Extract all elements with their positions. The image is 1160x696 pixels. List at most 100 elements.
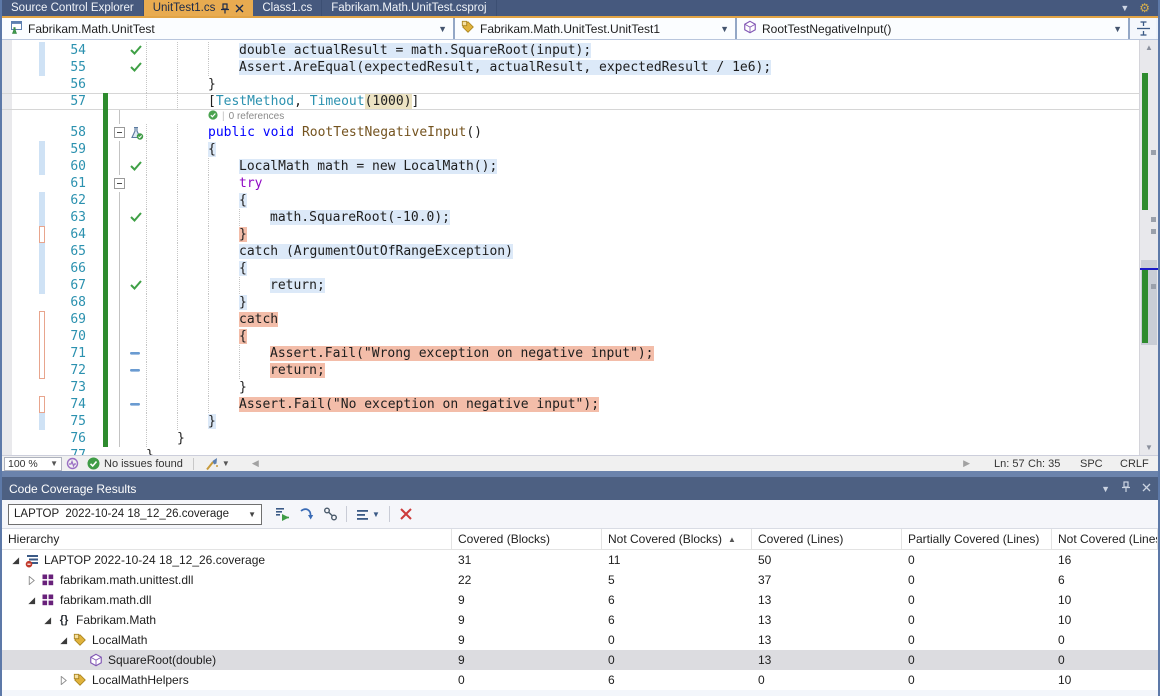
code-text[interactable]: { bbox=[146, 141, 1139, 158]
not-covered-dash-icon[interactable] bbox=[128, 345, 146, 362]
glyph-margin[interactable] bbox=[128, 430, 146, 447]
covered-check-icon[interactable] bbox=[128, 158, 146, 175]
glyph-margin[interactable] bbox=[128, 447, 146, 455]
tab-class1[interactable]: Class1.cs bbox=[253, 0, 322, 16]
glyph-margin[interactable] bbox=[128, 294, 146, 311]
document-health-icon[interactable] bbox=[66, 457, 79, 470]
code-cleanup-button[interactable]: ▼ bbox=[204, 457, 230, 471]
window-position-chevron-icon[interactable]: ▼ bbox=[1101, 484, 1110, 494]
expand-arrow[interactable] bbox=[42, 616, 52, 625]
tab-csproj[interactable]: Fabrikam.Math.UnitTest.csproj bbox=[322, 0, 496, 16]
expand-arrow[interactable] bbox=[26, 576, 36, 585]
hscroll-right-arrow[interactable]: ▶ bbox=[963, 458, 970, 469]
code-text[interactable]: public void RootTestNegativeInput() bbox=[146, 124, 1139, 141]
remove-result-icon[interactable] bbox=[394, 503, 418, 525]
code-text[interactable]: } bbox=[146, 294, 1139, 311]
covered-check-icon[interactable] bbox=[128, 277, 146, 294]
tab-source-control-explorer[interactable]: Source Control Explorer bbox=[2, 0, 144, 16]
coverage-table-row[interactable]: LAPTOP 2022-10-24 18_12_26.coverage31115… bbox=[2, 550, 1158, 570]
code-line[interactable]: 77} bbox=[2, 447, 1139, 455]
coverage-table-row[interactable]: {}Fabrikam.Math9613010 bbox=[2, 610, 1158, 630]
codelens-row[interactable]: |0 references bbox=[2, 110, 1139, 124]
member-dropdown[interactable]: RootTestNegativeInput() ▼ bbox=[737, 18, 1130, 39]
split-editor-button[interactable] bbox=[1130, 18, 1156, 39]
coverage-table-row[interactable]: SquareRoot(double)901300 bbox=[2, 650, 1158, 670]
coverage-table-row[interactable]: LocalMath901300 bbox=[2, 630, 1158, 650]
code-text[interactable]: } bbox=[146, 76, 1139, 93]
code-text[interactable]: catch (ArgumentOutOfRangeException) bbox=[146, 243, 1139, 260]
code-text[interactable]: { bbox=[146, 260, 1139, 277]
code-line[interactable]: 57[TestMethod, Timeout(1000)] bbox=[2, 93, 1139, 110]
code-text[interactable]: [TestMethod, Timeout(1000)] bbox=[146, 93, 1139, 110]
gear-icon[interactable]: ⚙ bbox=[1139, 2, 1150, 14]
glyph-margin[interactable] bbox=[128, 141, 146, 158]
zoom-dropdown[interactable]: 100 % ▼ bbox=[4, 457, 62, 471]
code-line[interactable]: 60LocalMath math = new LocalMath(); bbox=[2, 158, 1139, 175]
code-line[interactable]: 62{ bbox=[2, 192, 1139, 209]
code-line[interactable]: 66{ bbox=[2, 260, 1139, 277]
code-line[interactable]: 54double actualResult = math.SquareRoot(… bbox=[2, 42, 1139, 59]
covered-check-icon[interactable] bbox=[128, 42, 146, 59]
glyph-margin[interactable] bbox=[128, 243, 146, 260]
test-marker-icon[interactable] bbox=[128, 124, 146, 141]
glyph-margin[interactable] bbox=[128, 328, 146, 345]
code-line[interactable]: 73} bbox=[2, 379, 1139, 396]
code-text[interactable]: LocalMath math = new LocalMath(); bbox=[146, 158, 1139, 175]
glyph-margin[interactable] bbox=[128, 413, 146, 430]
vertical-scrollbar[interactable]: ▲ ▼ bbox=[1139, 40, 1158, 455]
code-line[interactable]: 76} bbox=[2, 430, 1139, 447]
code-line[interactable]: 63math.SquareRoot(-10.0); bbox=[2, 209, 1139, 226]
code-text[interactable]: } bbox=[146, 226, 1139, 243]
code-line[interactable]: 67return; bbox=[2, 277, 1139, 294]
collapse-box[interactable] bbox=[112, 175, 128, 192]
class-dropdown[interactable]: Fabrikam.Math.UnitTest.UnitTest1 ▼ bbox=[455, 18, 737, 39]
import-results-icon[interactable] bbox=[270, 503, 294, 525]
eol-indicator[interactable]: CRLF bbox=[1120, 458, 1158, 470]
column-header[interactable]: Covered (Lines) bbox=[752, 529, 902, 549]
horizontal-scrollbar[interactable] bbox=[259, 456, 963, 471]
glyph-margin[interactable] bbox=[128, 226, 146, 243]
code-text[interactable]: } bbox=[146, 430, 1139, 447]
code-area[interactable]: 54double actualResult = math.SquareRoot(… bbox=[2, 40, 1139, 455]
code-line[interactable]: 74Assert.Fail("No exception on negative … bbox=[2, 396, 1139, 413]
code-line[interactable]: 58public void RootTestNegativeInput() bbox=[2, 124, 1139, 141]
close-icon[interactable] bbox=[235, 4, 244, 13]
code-text[interactable]: catch bbox=[146, 311, 1139, 328]
coverage-table-row[interactable]: fabrikam.math.unittest.dll2253706 bbox=[2, 570, 1158, 590]
glyph-margin[interactable] bbox=[128, 76, 146, 93]
codelens-references[interactable]: 0 references bbox=[229, 110, 285, 124]
coverage-table-row[interactable]: fabrikam.math.dll9613010 bbox=[2, 590, 1158, 610]
close-icon[interactable] bbox=[1142, 483, 1151, 495]
glyph-margin[interactable] bbox=[128, 192, 146, 209]
code-text[interactable]: double actualResult = math.SquareRoot(in… bbox=[146, 42, 1139, 59]
project-dropdown[interactable]: Fabrikam.Math.UnitTest ▼ bbox=[2, 18, 455, 39]
coverage-panel-title-bar[interactable]: Code Coverage Results ▼ bbox=[2, 477, 1158, 500]
issues-status[interactable]: No issues found bbox=[87, 457, 183, 470]
expand-arrow[interactable] bbox=[26, 596, 36, 605]
code-line[interactable]: 75} bbox=[2, 413, 1139, 430]
not-covered-dash-icon[interactable] bbox=[128, 396, 146, 413]
expand-arrow[interactable] bbox=[58, 676, 68, 685]
code-text[interactable]: return; bbox=[146, 277, 1139, 294]
export-results-icon[interactable] bbox=[318, 503, 342, 525]
code-text[interactable]: { bbox=[146, 328, 1139, 345]
tab-unittest1[interactable]: UnitTest1.cs bbox=[144, 0, 254, 16]
coverage-table-row[interactable]: LocalMathHelpers060010 bbox=[2, 670, 1158, 690]
not-covered-dash-icon[interactable] bbox=[128, 362, 146, 379]
code-line[interactable]: 64} bbox=[2, 226, 1139, 243]
column-header[interactable]: Partially Covered (Lines) bbox=[902, 529, 1052, 549]
column-header[interactable]: Not Covered (Lines) bbox=[1052, 529, 1158, 549]
code-line[interactable]: 71Assert.Fail("Wrong exception on negati… bbox=[2, 345, 1139, 362]
glyph-margin[interactable] bbox=[128, 93, 146, 110]
code-text[interactable]: } bbox=[146, 447, 1139, 455]
spaces-indicator[interactable]: SPC bbox=[1080, 458, 1120, 470]
column-header[interactable]: Hierarchy bbox=[2, 529, 452, 549]
coverage-run-dropdown[interactable]: LAPTOP 2022-10-24 18_12_26.coverage ▼ bbox=[8, 504, 262, 525]
glyph-margin[interactable] bbox=[128, 311, 146, 328]
code-text[interactable]: Assert.AreEqual(expectedResult, actualRe… bbox=[146, 59, 1139, 76]
glyph-margin[interactable] bbox=[128, 175, 146, 192]
code-text[interactable]: } bbox=[146, 379, 1139, 396]
columns-options-icon[interactable]: ▼ bbox=[351, 503, 385, 525]
code-line[interactable]: 59{ bbox=[2, 141, 1139, 158]
code-text[interactable]: { bbox=[146, 192, 1139, 209]
